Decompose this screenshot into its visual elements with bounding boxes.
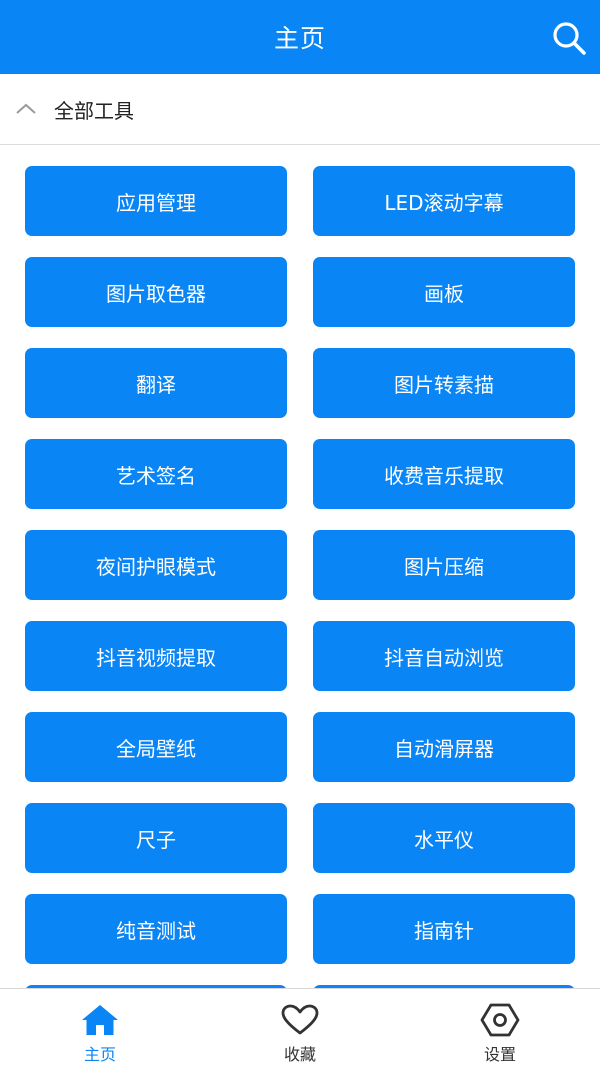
tool-button-drawing-board[interactable]: 画板 [313, 257, 575, 327]
all-tools-collapse-header[interactable]: 全部工具 [0, 74, 600, 145]
tool-button-led-marquee[interactable]: LED滚动字幕 [313, 166, 575, 236]
tools-grid: 应用管理 LED滚动字幕 图片取色器 画板 翻译 图片转素描 艺术签名 收费音乐… [25, 166, 575, 988]
tool-button-paid-music-extract[interactable]: 收费音乐提取 [313, 439, 575, 509]
tool-button-pure-tone-test[interactable]: 纯音测试 [25, 894, 287, 964]
tool-button-night-eye-care[interactable]: 夜间护眼模式 [25, 530, 287, 600]
tool-button-art-signature[interactable]: 艺术签名 [25, 439, 287, 509]
tool-button-global-wallpaper[interactable]: 全局壁纸 [25, 712, 287, 782]
tool-button-auto-swiper[interactable]: 自动滑屏器 [313, 712, 575, 782]
tool-button-photo-to-sketch[interactable]: 图片转素描 [313, 348, 575, 418]
tools-scroll-area[interactable]: 应用管理 LED滚动字幕 图片取色器 画板 翻译 图片转素描 艺术签名 收费音乐… [0, 145, 600, 988]
app-screen: 主页 全部工具 应用管理 LED滚动字幕 图片取色器 画板 翻译 图片转素描 艺… [0, 0, 600, 1067]
section-label: 全部工具 [54, 98, 134, 123]
tool-button-image-compress[interactable]: 图片压缩 [313, 530, 575, 600]
home-icon [80, 1003, 120, 1037]
tool-button-app-manager[interactable]: 应用管理 [25, 166, 287, 236]
tool-button-douyin-video-extract[interactable]: 抖音视频提取 [25, 621, 287, 691]
search-button[interactable] [550, 19, 588, 57]
tool-button-color-picker[interactable]: 图片取色器 [25, 257, 287, 327]
tab-label: 设置 [483, 1045, 516, 1064]
tab-favorites[interactable]: 收藏 [200, 989, 400, 1067]
tool-button-level[interactable]: 水平仪 [313, 803, 575, 873]
chevron-up-icon [14, 97, 38, 121]
tool-button-translate[interactable]: 翻译 [25, 348, 287, 418]
top-app-bar: 主页 [0, 0, 600, 74]
tab-home[interactable]: 主页 [0, 989, 200, 1067]
tool-button-compass[interactable]: 指南针 [313, 894, 575, 964]
tab-label: 主页 [83, 1045, 116, 1064]
page-title: 主页 [273, 24, 326, 53]
tab-label: 收藏 [283, 1045, 316, 1064]
tool-button-douyin-auto-browse[interactable]: 抖音自动浏览 [313, 621, 575, 691]
settings-icon [480, 1003, 520, 1037]
tab-settings[interactable]: 设置 [400, 989, 600, 1067]
tool-button-ruler[interactable]: 尺子 [25, 803, 287, 873]
heart-icon [280, 1003, 320, 1037]
search-icon [553, 22, 586, 55]
bottom-tab-bar: 主页 收藏 设置 [0, 988, 600, 1067]
